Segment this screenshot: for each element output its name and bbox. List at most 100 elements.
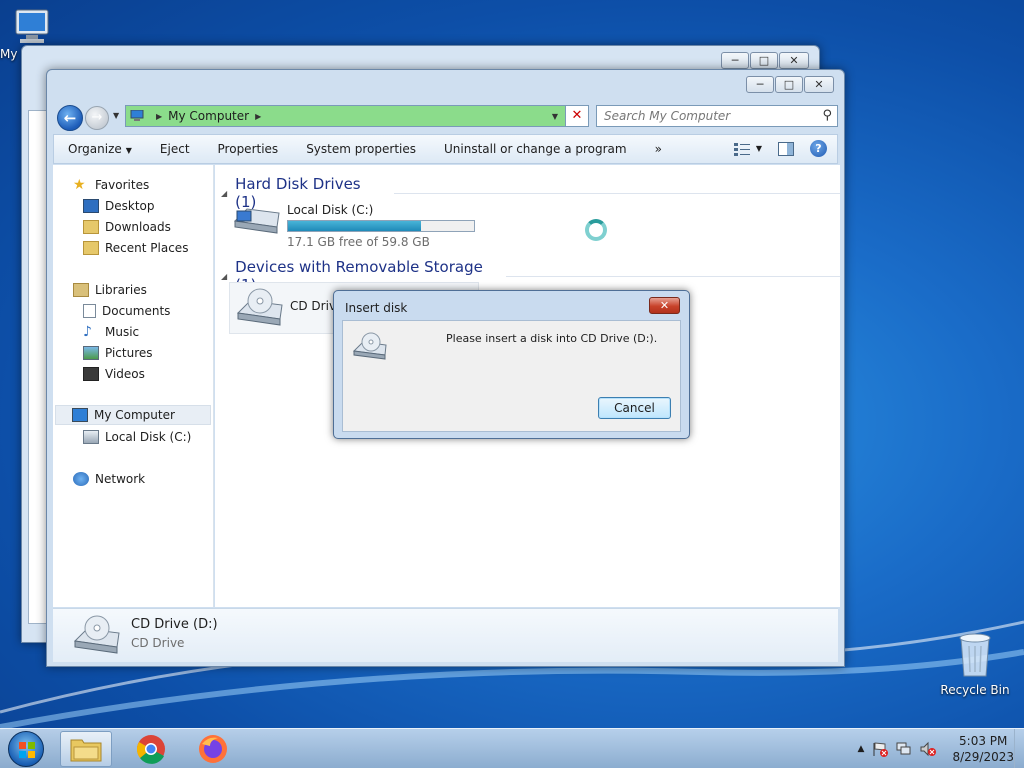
taskbar-firefox-button[interactable] — [187, 731, 239, 767]
system-properties-button[interactable]: System properties — [306, 142, 416, 156]
recent-places-icon — [83, 241, 99, 255]
drive-usage-bar — [287, 220, 475, 232]
taskbar-explorer-button[interactable] — [60, 731, 112, 767]
nav-favorites-label: Favorites — [95, 178, 150, 192]
nav-downloads-label: Downloads — [105, 220, 171, 234]
recent-pages-dropdown[interactable]: ▼ — [113, 111, 119, 120]
view-controls: ▼ ? — [733, 140, 827, 157]
show-desktop-button[interactable] — [1014, 729, 1024, 768]
forward-arrow-icon: → — [91, 110, 103, 125]
chrome-icon — [136, 735, 165, 764]
cd-drive-icon — [352, 332, 387, 360]
breadcrumb-arrow-icon[interactable]: ▶ — [255, 112, 261, 121]
nav-my-computer[interactable]: My Computer — [55, 405, 211, 425]
action-center-flag-icon[interactable] — [872, 741, 889, 757]
organize-button[interactable]: Organize ▼ — [68, 142, 132, 156]
nav-libraries[interactable]: Libraries — [73, 280, 147, 300]
drive-usage-fill — [288, 221, 421, 231]
uninstall-program-button[interactable]: Uninstall or change a program — [444, 142, 627, 156]
clock-date: 8/29/2023 — [952, 750, 1014, 764]
close-button[interactable]: ✕ — [804, 76, 834, 93]
minimize-button[interactable]: ─ — [721, 52, 749, 69]
back-button[interactable]: ← — [57, 105, 83, 131]
nav-favorites[interactable]: ★ Favorites — [73, 175, 149, 195]
collapse-arrow-icon[interactable]: ◢ — [221, 272, 227, 281]
group-divider — [393, 192, 840, 194]
taskbar: ▲ 5:03 PM 8/29/2023 — [0, 728, 1024, 768]
details-pane: CD Drive (D:) CD Drive — [53, 608, 838, 662]
window-caption-buttons: ─ □ ✕ — [721, 52, 809, 69]
documents-icon — [83, 304, 96, 318]
organize-label: Organize — [68, 142, 122, 156]
drive-tile-local-disk[interactable]: Local Disk (C:) 17.1 GB free of 59.8 GB — [231, 203, 475, 249]
address-dropdown-icon[interactable]: ▼ — [552, 112, 558, 121]
nav-downloads[interactable]: Downloads — [83, 217, 171, 237]
nav-videos[interactable]: Videos — [83, 364, 145, 384]
address-row: ← → ▼ ▶ My Computer ▶ ▼ ✕ Search My Comp… — [55, 103, 838, 131]
nav-music[interactable]: ♪ Music — [83, 322, 139, 342]
desktop-icon-recycle-bin[interactable]: Recycle Bin — [935, 630, 1015, 697]
background-window-pane — [28, 110, 48, 624]
dialog-title: Insert disk — [345, 301, 408, 315]
network-icon — [73, 472, 89, 486]
forward-button[interactable]: → — [85, 106, 109, 130]
system-clock[interactable]: 5:03 PM 8/29/2023 — [952, 733, 1014, 765]
dialog-body: Please insert a disk into CD Drive (D:).… — [342, 320, 681, 432]
change-view-button[interactable]: ▼ — [733, 142, 762, 156]
desktop-icon — [83, 199, 99, 213]
group-divider — [506, 275, 840, 277]
nav-desktop[interactable]: Desktop — [83, 196, 155, 216]
nav-recent-places[interactable]: Recent Places — [83, 238, 188, 258]
more-commands-button[interactable]: » — [655, 142, 662, 156]
clock-time: 5:03 PM — [959, 734, 1008, 748]
cancel-button[interactable]: Cancel — [598, 397, 671, 419]
network-status-icon[interactable] — [896, 741, 912, 757]
search-placeholder: Search My Computer — [604, 109, 731, 123]
loading-spinner-icon — [585, 219, 607, 241]
stop-loading-button[interactable]: ✕ — [565, 105, 589, 127]
dialog-close-button[interactable]: ✕ — [649, 297, 680, 314]
nav-local-disk-label: Local Disk (C:) — [105, 430, 192, 444]
eject-button[interactable]: Eject — [160, 142, 190, 156]
properties-button[interactable]: Properties — [218, 142, 279, 156]
chevron-down-icon: ▼ — [755, 144, 762, 153]
breadcrumb-arrow-icon[interactable]: ▶ — [156, 112, 162, 121]
pictures-icon — [83, 346, 99, 360]
nav-local-disk[interactable]: Local Disk (C:) — [83, 427, 191, 447]
address-bar[interactable]: ▶ My Computer ▶ ▼ — [125, 105, 589, 127]
help-icon[interactable]: ? — [810, 140, 827, 157]
cd-drive-icon — [73, 615, 120, 654]
volume-muted-icon[interactable] — [920, 741, 937, 757]
nav-my-computer-label: My Computer — [94, 408, 175, 422]
nav-music-label: Music — [105, 325, 140, 339]
drive-free-space: 17.1 GB free of 59.8 GB — [287, 235, 430, 249]
videos-icon — [83, 367, 99, 381]
view-icon — [733, 142, 750, 156]
back-arrow-icon: ← — [63, 109, 77, 127]
nav-documents[interactable]: Documents — [83, 301, 170, 321]
libraries-icon — [73, 283, 89, 297]
maximize-button[interactable]: □ — [775, 76, 803, 93]
hard-drive-icon — [233, 208, 280, 234]
navigation-pane: ★ Favorites Desktop Downloads Recent Pla… — [53, 165, 214, 607]
collapse-arrow-icon[interactable]: ◢ — [221, 189, 227, 198]
minimize-button[interactable]: ─ — [746, 76, 774, 93]
computer-icon — [130, 110, 144, 121]
maximize-button[interactable]: □ — [750, 52, 778, 69]
nav-network[interactable]: Network — [73, 469, 145, 489]
notification-area: ▲ 5:03 PM 8/29/2023 — [858, 729, 1014, 768]
chevron-down-icon: ▼ — [125, 146, 132, 155]
start-button[interactable] — [8, 731, 44, 767]
close-button[interactable]: ✕ — [779, 52, 809, 69]
taskbar-chrome-button[interactable] — [125, 731, 177, 767]
nav-pictures[interactable]: Pictures — [83, 343, 153, 363]
insert-disk-dialog[interactable]: Insert disk ✕ Please insert a disk into … — [333, 290, 690, 439]
search-input[interactable]: Search My Computer ⚲ — [596, 105, 838, 127]
show-hidden-icons-button[interactable]: ▲ — [858, 744, 865, 754]
breadcrumb-my-computer[interactable]: My Computer — [168, 109, 249, 123]
preview-pane-icon[interactable] — [778, 141, 794, 156]
window-caption-buttons: ─ □ ✕ — [746, 76, 834, 93]
nav-desktop-label: Desktop — [105, 199, 155, 213]
desktop-icon-label: Recycle Bin — [940, 683, 1010, 697]
music-icon: ♪ — [83, 324, 92, 340]
